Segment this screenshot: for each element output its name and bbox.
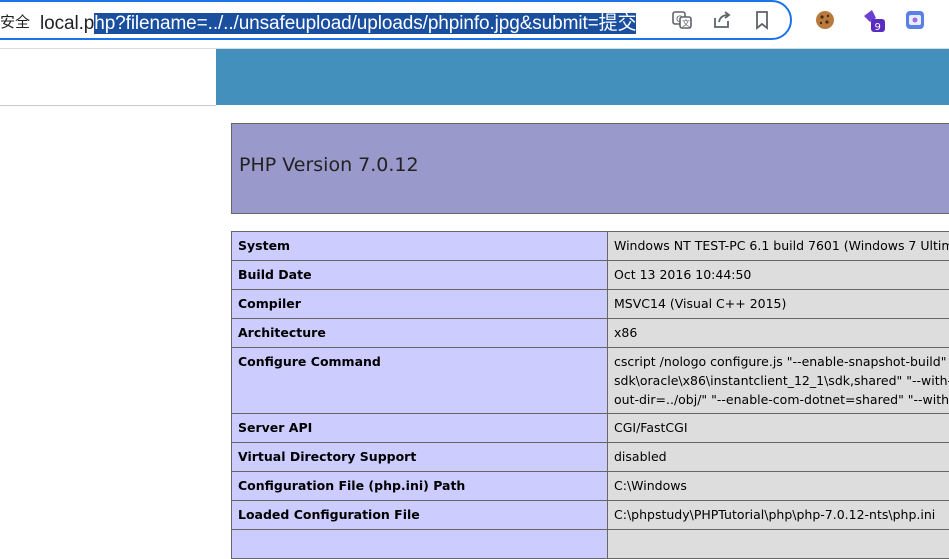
configure-line: sdk\oracle\x86\instantclient_12_1\sdk,sh…: [614, 371, 949, 390]
table-row: Build Date Oct 13 2016 10:44:50: [232, 261, 949, 290]
row-value: C:\Windows: [608, 472, 949, 501]
row-key: [232, 530, 608, 559]
table-row: Architecture x86: [232, 319, 949, 348]
row-key: Virtual Directory Support: [232, 443, 608, 472]
row-value: CGI/FastCGI: [608, 414, 949, 443]
table-row: Virtual Directory Support disabled: [232, 443, 949, 472]
row-key: Configuration File (php.ini) Path: [232, 472, 608, 501]
row-key: Architecture: [232, 319, 608, 348]
row-value: Windows NT TEST-PC 6.1 build 7601 (Windo…: [608, 232, 949, 261]
cookie-extension-icon[interactable]: [813, 8, 837, 32]
url-text[interactable]: local.php?filename=../../unsafeupload/up…: [40, 8, 636, 35]
row-value: Oct 13 2016 10:44:50: [608, 261, 949, 290]
row-key: Configure Command: [232, 348, 608, 414]
table-row: Configure Command cscript /nologo config…: [232, 348, 949, 414]
table-row: Loaded Configuration File C:\phpstudy\PH…: [232, 501, 949, 530]
row-value: cscript /nologo configure.js "--enable-s…: [608, 348, 949, 414]
security-label[interactable]: 安全: [0, 11, 30, 32]
url-selection: hp?filename=../../unsafeupload/uploads/p…: [94, 13, 636, 34]
svg-text:文: 文: [682, 18, 690, 28]
row-value: MSVC14 (Visual C++ 2015): [608, 290, 949, 319]
extension-badge-icon[interactable]: 9: [860, 8, 888, 32]
row-value: C:\phpstudy\PHPTutorial\php\php-7.0.12-n…: [608, 501, 949, 530]
row-key: Loaded Configuration File: [232, 501, 608, 530]
table-row: Configuration File (php.ini) Path C:\Win…: [232, 472, 949, 501]
translate-icon[interactable]: G文: [670, 8, 694, 32]
configure-line: cscript /nologo configure.js "--enable-s…: [614, 352, 949, 371]
row-key: Compiler: [232, 290, 608, 319]
configure-line: out-dir=../obj/" "--enable-com-dotnet=sh…: [614, 390, 949, 409]
left-panel: [0, 49, 216, 106]
row-value: disabled: [608, 443, 949, 472]
table-row: Compiler MSVC14 (Visual C++ 2015): [232, 290, 949, 319]
php-version-header: PHP Version 7.0.12: [231, 123, 949, 214]
window-extension-icon[interactable]: [903, 8, 927, 32]
page-title: PHP Version 7.0.12: [239, 154, 419, 176]
url-prefix: local.p: [40, 13, 94, 34]
row-key: System: [232, 232, 608, 261]
table-row: [232, 530, 949, 559]
row-key: Build Date: [232, 261, 608, 290]
share-icon[interactable]: [710, 8, 734, 32]
row-key: Server API: [232, 414, 608, 443]
top-banner: [216, 49, 949, 105]
table-row: Server API CGI/FastCGI: [232, 414, 949, 443]
extension-badge-count: 9: [875, 22, 881, 33]
row-value: x86: [608, 319, 949, 348]
browser-toolbar: 安全 local.php?filename=../../unsafeupload…: [0, 0, 949, 48]
bookmark-icon[interactable]: [750, 8, 774, 32]
table-row: System Windows NT TEST-PC 6.1 build 7601…: [232, 232, 949, 261]
row-value: [608, 530, 949, 559]
phpinfo-table: System Windows NT TEST-PC 6.1 build 7601…: [231, 231, 949, 559]
